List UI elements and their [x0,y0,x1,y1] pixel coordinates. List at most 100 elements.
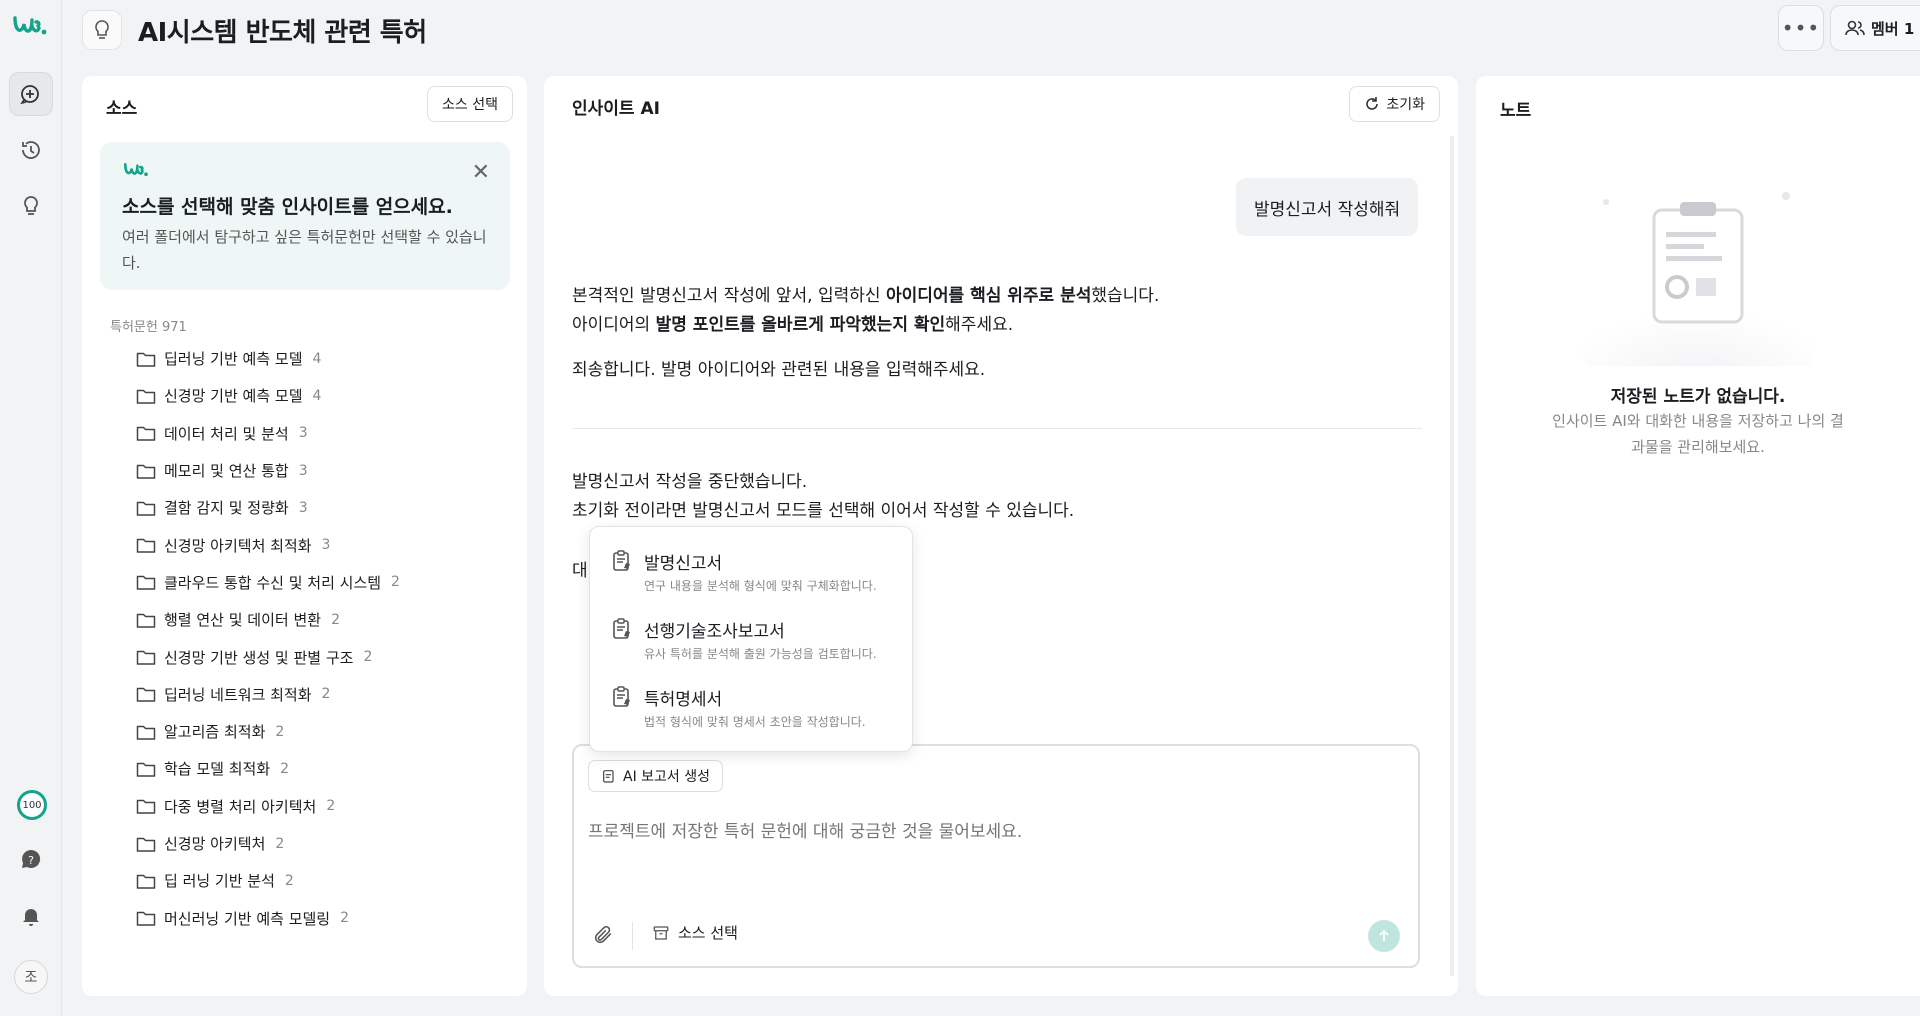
folder-count: 2 [321,686,331,703]
credit-gauge[interactable]: 100 [17,790,47,820]
folder-count: 2 [363,649,373,666]
folder-name: 딥러닝 네트워크 최적화 [164,685,312,704]
folder-item[interactable]: 신경망 아키텍처 최적화 3 [136,526,496,563]
paperclip-icon[interactable] [592,924,614,950]
folder-icon [136,837,156,852]
folder-icon [136,799,156,814]
empty-notes-title: 저장된 노트가 없습니다. [1610,387,1786,407]
folder-item[interactable]: 행렬 연산 및 데이터 변환 2 [136,601,496,638]
folder-icon [136,762,156,777]
folder-icon [136,613,156,628]
folder-count: 3 [298,462,308,479]
folder-icon [136,576,156,591]
folder-item[interactable]: 결함 감지 및 정량화 3 [136,489,496,526]
new-insight-icon[interactable] [9,72,53,116]
folder-name: 딥 러닝 기반 분석 [164,872,275,891]
arrow-up-icon [1379,929,1389,941]
composer-source-label: 소스 선택 [678,924,738,942]
folder-item[interactable]: 다중 병렬 처리 아키텍처 2 [136,788,496,825]
report-icon [613,618,630,639]
lightbulb-icon[interactable] [9,184,53,228]
folder-count: 2 [391,574,400,591]
folder-item[interactable]: 학습 모델 최적화 2 [136,750,496,787]
menu-item-invention-report[interactable]: 발명신고서 연구 내용을 분석해 형식에 맞춰 구체화합니다. [610,547,900,607]
folder-item[interactable]: 클라우드 통합 수신 및 처리 시스템 2 [136,564,496,601]
folder-item[interactable]: 딥러닝 기반 예측 모델 4 [136,340,496,377]
folder-name: 클라우드 통합 수신 및 처리 시스템 [164,573,382,592]
tip-description: 여러 폴더에서 탐구하고 싶은 특허문헌만 선택할 수 있습니다. [122,228,487,272]
report-type-menu: 발명신고서 연구 내용을 분석해 형식에 맞춰 구체화합니다. 선행기술조사보고… [589,526,913,752]
folder-name: 학습 모델 최적화 [164,760,271,779]
folder-count: 3 [298,425,308,442]
folder-icon [136,464,156,479]
folder-item[interactable]: 신경망 기반 생성 및 판별 구조 2 [136,638,496,675]
chat-panel-title: 인사이트 AI [572,99,660,119]
folder-count: 2 [340,910,350,927]
help-icon[interactable]: ? [9,838,53,882]
member-button[interactable]: 멤버 1 [1830,5,1920,51]
folder-count: 4 [312,387,322,404]
folder-name: 신경망 아키텍처 [164,835,266,853]
folder-name: 알고리즘 최적화 [164,723,266,742]
ai-message-line: 본격적인 발명신고서 작성에 앞서, 입력하신 아이디어를 핵심 위주로 분석했… [572,286,1160,306]
ellipsis-icon: ••• [1781,16,1821,40]
folder-count: 3 [321,537,331,554]
folder-name: 딥러닝 기반 예측 모델 [164,350,303,369]
left-rail: 100 ? 조 [0,0,62,1016]
source-select-button[interactable]: 소스 선택 [427,86,513,122]
report-icon [613,550,630,571]
history-icon[interactable] [9,128,53,172]
folder-item[interactable]: 메모리 및 연산 통합 3 [136,452,496,489]
report-icon [613,686,630,707]
member-label: 멤버 1 [1871,19,1915,38]
svg-text:?: ? [28,854,34,867]
close-icon[interactable]: ✕ [472,160,490,185]
message-divider [572,428,1422,429]
archive-icon [653,925,669,940]
folder-icon [136,874,156,889]
ai-message-line: 죄송합니다. 발명 아이디어와 관련된 내용을 입력해주세요. [572,360,986,380]
folder-item[interactable]: 신경망 기반 예측 모델 4 [136,377,496,414]
user-message: 발명신고서 작성해줘 [1236,178,1419,236]
lightbulb-icon [95,20,109,39]
folder-item[interactable]: 신경망 아키텍처 2 [136,825,496,862]
folder-count: 2 [284,872,294,889]
send-button[interactable] [1368,920,1400,952]
chat-scrollbar[interactable] [1450,136,1454,976]
folder-list: 딥러닝 기반 예측 모델 4 신경망 기반 예측 모델 4 데이터 처리 및 분석 3 메모… [136,340,496,937]
notes-panel: 노트 저장된 노트가 없습니다. 인사이트 AI와 대화한 내용을 저장하고 나… [1476,76,1920,996]
folder-icon [136,389,156,404]
folder-name: 머신러닝 기반 예측 모델링 [164,909,331,928]
reset-label: 초기화 [1386,97,1425,113]
composer-source-select[interactable]: 소스 선택 [652,922,738,943]
more-options-button[interactable]: ••• [1778,5,1824,51]
reset-button[interactable]: 초기화 [1349,86,1440,122]
folder-icon [136,538,156,553]
empty-notes-description: 인사이트 AI와 대화한 내용을 저장하고 나의 결과물을 관리해보세요. [1552,412,1844,456]
folder-name: 메모리 및 연산 통합 [164,462,289,481]
folder-item[interactable]: 머신러닝 기반 예측 모델링 2 [136,899,496,936]
folder-name: 다중 병렬 처리 아키텍처 [164,797,317,816]
folder-item[interactable]: 딥러닝 네트워크 최적화 2 [136,676,496,713]
folder-item[interactable]: 알고리즘 최적화 2 [136,713,496,750]
chat-input[interactable] [588,822,1388,842]
menu-item-prior-art-report[interactable]: 선행기술조사보고서 유사 특허를 분석해 출원 가능성을 검토합니다. [610,615,900,675]
bell-icon[interactable] [9,894,53,938]
folder-name: 결함 감지 및 정량화 [164,499,289,518]
ai-message-line: 초기화 전이라면 발명신고서 모드를 선택해 이어서 작성할 수 있습니다. [572,501,1075,521]
ai-report-button[interactable]: AI 보고서 생성 [588,760,724,792]
tip-title: 소스를 선택해 맞춤 인사이트를 얻으세요. [122,196,453,218]
menu-item-desc: 연구 내용을 분석해 형식에 맞춰 구체화합니다. [644,579,877,593]
avatar[interactable]: 조 [14,960,48,994]
folder-icon [136,426,156,441]
folder-item[interactable]: 딥 러닝 기반 분석 2 [136,862,496,899]
header: AI시스템 반도체 관련 특허 ••• 멤버 1 [62,0,1920,60]
folder-count: 2 [275,835,285,852]
menu-item-title: 특허명세서 [644,690,723,710]
folder-item[interactable]: 데이터 처리 및 분석 3 [136,415,496,452]
app-logo-icon[interactable] [12,12,48,40]
menu-item-desc: 법적 형식에 맞춰 명세서 초안을 작성합니다. [644,715,866,729]
menu-item-patent-specification[interactable]: 특허명세서 법적 형식에 맞춰 명세서 초안을 작성합니다. [610,683,900,743]
project-icon-button[interactable] [82,10,122,50]
folder-name: 신경망 기반 예측 모델 [164,387,303,406]
